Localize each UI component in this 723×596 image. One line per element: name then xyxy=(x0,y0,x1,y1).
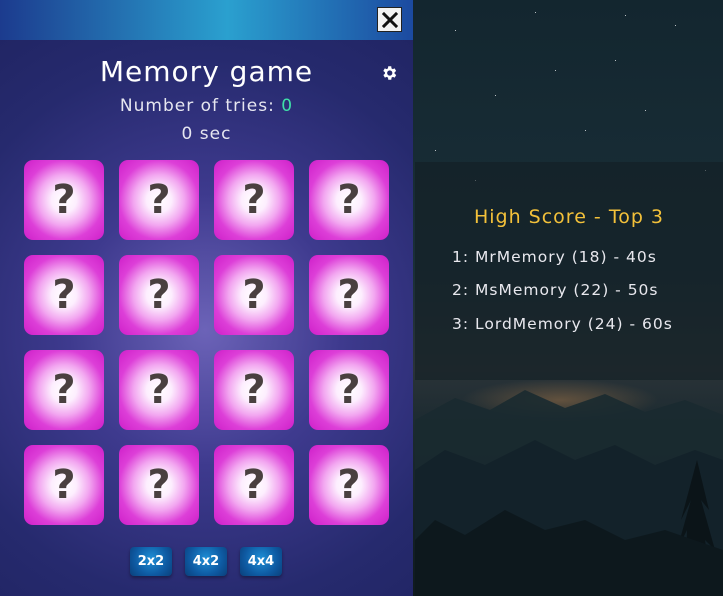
question-mark-icon: ? xyxy=(147,177,171,223)
question-mark-icon: ? xyxy=(337,272,361,318)
question-mark-icon: ? xyxy=(52,177,76,223)
high-score-panel: High Score - Top 3 1: MrMemory (18) - 40… xyxy=(415,162,723,380)
memory-card[interactable]: ? xyxy=(119,255,199,335)
size-button-2x2[interactable]: 2x2 xyxy=(130,547,172,576)
question-mark-icon: ? xyxy=(52,462,76,508)
question-mark-icon: ? xyxy=(242,367,266,413)
memory-card[interactable]: ? xyxy=(309,160,389,240)
high-score-title: High Score - Top 3 xyxy=(473,206,665,228)
high-score-entry: 2: MsMemory (22) - 50s xyxy=(452,281,659,299)
question-mark-icon: ? xyxy=(147,462,171,508)
question-mark-icon: ? xyxy=(147,272,171,318)
card-grid: ???????????????? xyxy=(24,160,390,526)
high-score-entry: 3: LordMemory (24) - 60s xyxy=(452,315,673,333)
memory-card[interactable]: ? xyxy=(309,445,389,525)
question-mark-icon: ? xyxy=(242,272,266,318)
memory-card[interactable]: ? xyxy=(309,350,389,430)
memory-card[interactable]: ? xyxy=(24,255,104,335)
memory-card[interactable]: ? xyxy=(119,445,199,525)
question-mark-icon: ? xyxy=(52,272,76,318)
timer: 0 sec xyxy=(181,124,232,144)
game-panel: Memory game Number of tries: 0 0 sec ???… xyxy=(0,0,413,596)
memory-card[interactable]: ? xyxy=(214,350,294,430)
panel-header xyxy=(0,0,413,40)
size-button-4x2[interactable]: 4x2 xyxy=(185,547,227,576)
mountains-silhouette xyxy=(415,390,723,596)
tries-label: Number of tries: xyxy=(119,96,282,116)
game-title: Memory game xyxy=(99,55,314,88)
question-mark-icon: ? xyxy=(147,367,171,413)
memory-card[interactable]: ? xyxy=(309,255,389,335)
memory-card[interactable]: ? xyxy=(24,350,104,430)
memory-card[interactable]: ? xyxy=(119,350,199,430)
tries-counter: Number of tries: 0 xyxy=(0,96,413,116)
size-button-4x4[interactable]: 4x4 xyxy=(240,547,282,576)
question-mark-icon: ? xyxy=(242,462,266,508)
question-mark-icon: ? xyxy=(337,462,361,508)
memory-card[interactable]: ? xyxy=(24,445,104,525)
question-mark-icon: ? xyxy=(337,177,361,223)
memory-card[interactable]: ? xyxy=(214,160,294,240)
memory-card[interactable]: ? xyxy=(119,160,199,240)
high-score-entry: 1: MrMemory (18) - 40s xyxy=(452,248,657,266)
question-mark-icon: ? xyxy=(242,177,266,223)
memory-card[interactable]: ? xyxy=(214,255,294,335)
close-button[interactable] xyxy=(377,7,402,32)
question-mark-icon: ? xyxy=(337,367,361,413)
memory-card[interactable]: ? xyxy=(214,445,294,525)
question-mark-icon: ? xyxy=(52,367,76,413)
close-icon xyxy=(381,11,398,28)
memory-card[interactable]: ? xyxy=(24,160,104,240)
tries-count: 0 xyxy=(281,96,294,116)
